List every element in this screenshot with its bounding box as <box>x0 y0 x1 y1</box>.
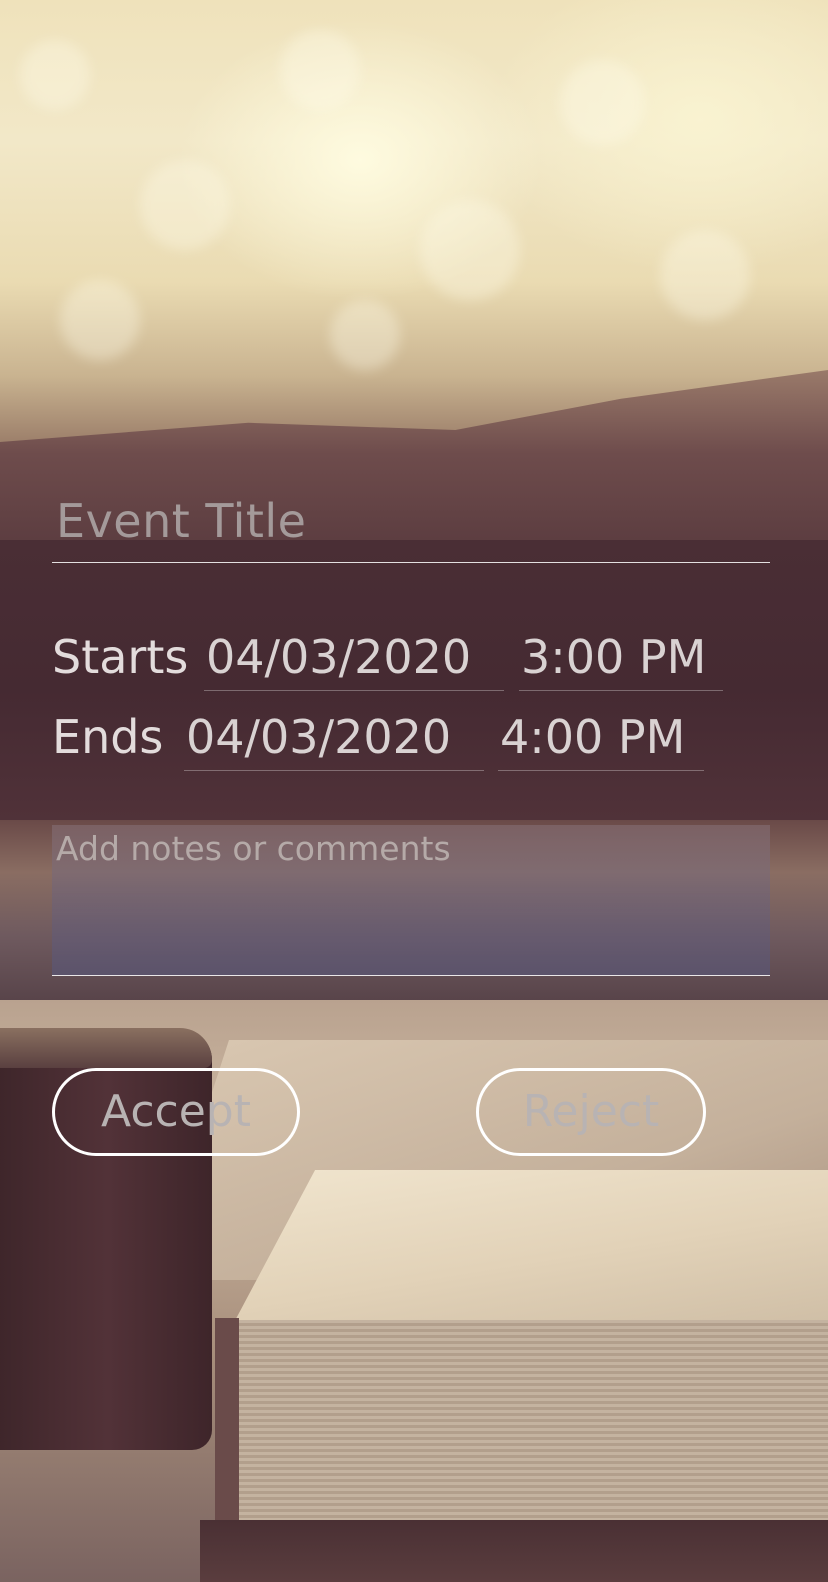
event-title-input[interactable]: Event Title <box>52 480 770 563</box>
background-cup-rim <box>0 1028 212 1068</box>
bokeh-light <box>560 60 645 145</box>
start-label: Starts <box>52 630 189 684</box>
notes-placeholder: Add notes or comments <box>56 829 451 868</box>
bokeh-light <box>20 40 90 110</box>
end-date-field[interactable]: 04/03/2020 <box>184 710 484 771</box>
start-date-value: 04/03/2020 <box>206 630 472 684</box>
start-time-field[interactable]: 3:00 PM <box>519 630 723 691</box>
start-date-field[interactable]: 04/03/2020 <box>204 630 504 691</box>
bokeh-light <box>60 280 140 360</box>
reject-button[interactable]: Reject <box>476 1068 706 1156</box>
event-screen: Event Title Starts 04/03/2020 3:00 PM En… <box>0 0 828 1582</box>
end-date-value: 04/03/2020 <box>186 710 452 764</box>
bokeh-light <box>330 300 400 370</box>
end-time-value: 4:00 PM <box>500 710 686 764</box>
background-book-spine <box>215 1318 239 1548</box>
end-time-field[interactable]: 4:00 PM <box>498 710 704 771</box>
background-book-cover <box>230 1170 828 1330</box>
bokeh-light <box>140 160 230 250</box>
start-time-value: 3:00 PM <box>521 630 707 684</box>
bokeh-light <box>280 30 360 110</box>
event-title-placeholder: Event Title <box>56 494 307 548</box>
notes-textarea[interactable]: Add notes or comments <box>52 825 770 976</box>
bokeh-light <box>420 200 520 300</box>
accept-button[interactable]: Accept <box>52 1068 300 1156</box>
bokeh-light <box>660 230 750 320</box>
background-book-base <box>200 1520 828 1582</box>
background-book-pages <box>230 1320 828 1530</box>
end-label: Ends <box>52 710 164 764</box>
background-image <box>0 0 828 1582</box>
